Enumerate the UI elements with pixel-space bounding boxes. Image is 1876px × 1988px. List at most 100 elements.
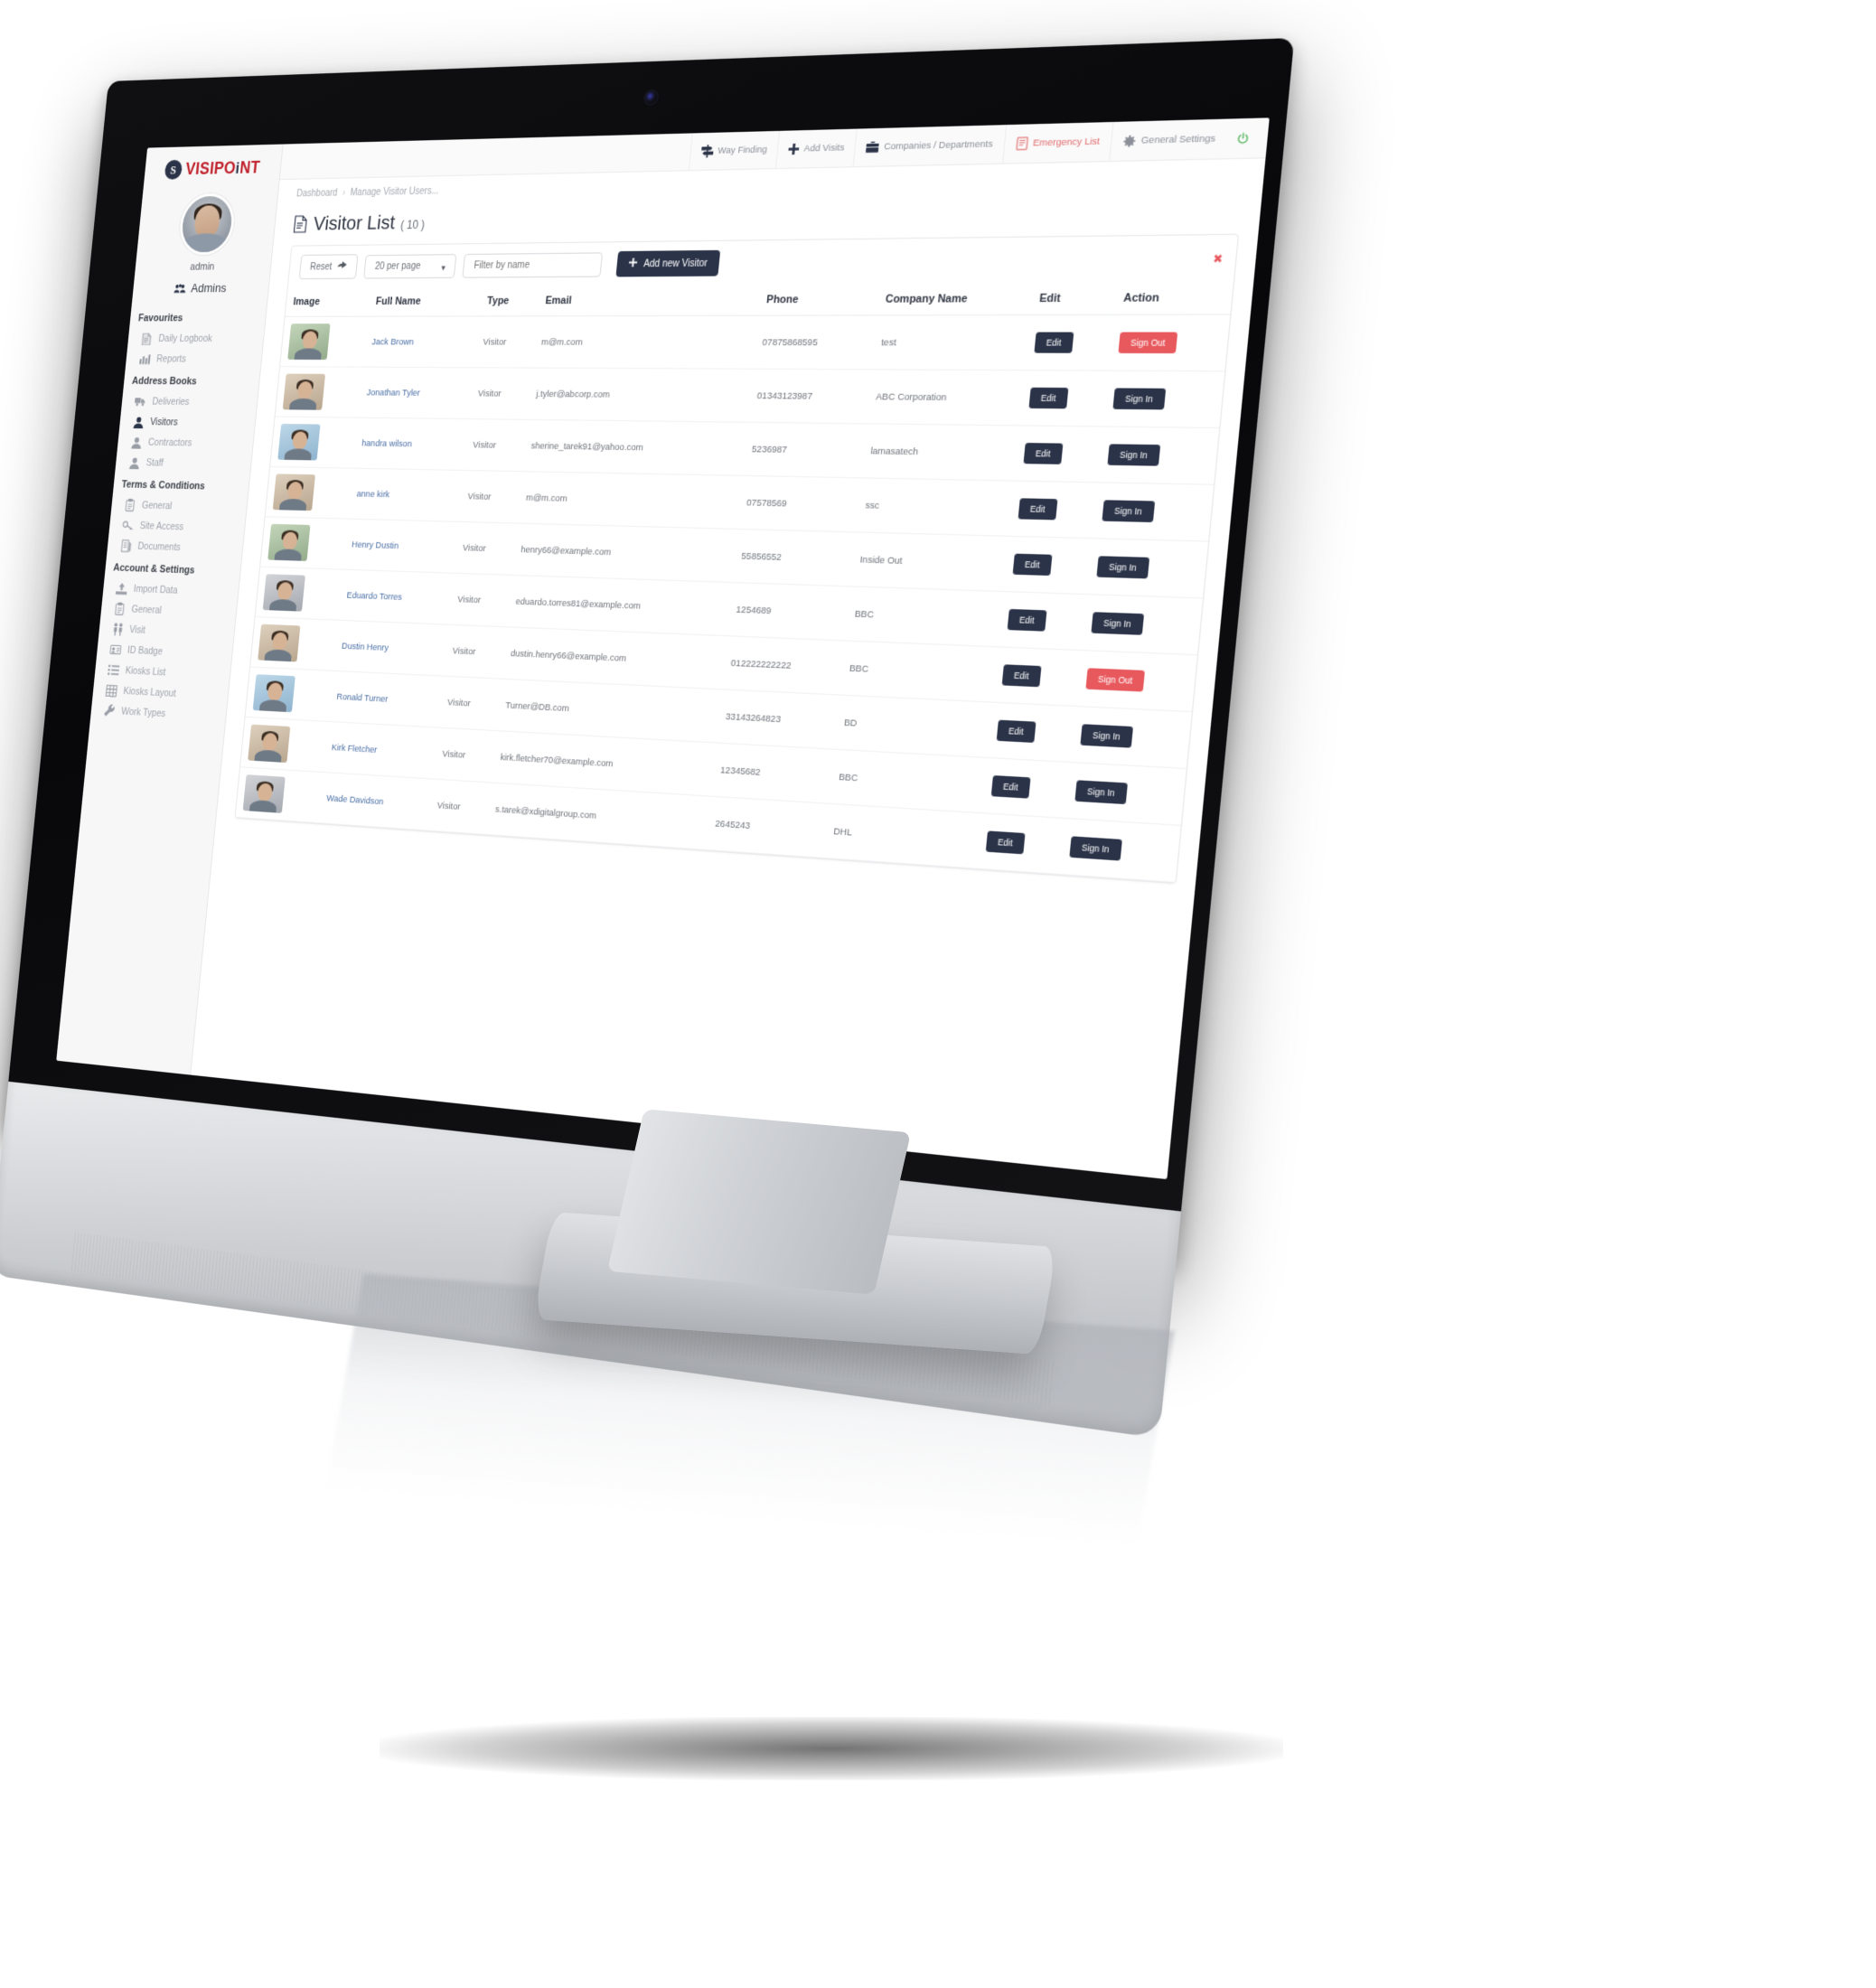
sign-out-button[interactable]: Sign Out: [1118, 332, 1178, 354]
visitor-name-link[interactable]: anne kirk: [356, 488, 389, 499]
visitor-name-cell[interactable]: anne kirk: [347, 468, 464, 522]
app-screen: S VISIPOiNT admin Admins Favourites Dail…: [56, 117, 1270, 1180]
visitor-name-link[interactable]: Henry Dustin: [352, 539, 399, 551]
sidebar-item-label: Visit: [128, 624, 146, 636]
visitor-email-cell: m@m.com: [531, 315, 758, 370]
visitor-company-cell: DHL: [822, 803, 981, 869]
visitor-list-panel: Reset 20 per page ▼ Filter by name Add n…: [234, 233, 1240, 885]
visitor-name-link[interactable]: Dustin Henry: [342, 641, 389, 653]
sign-in-button[interactable]: Sign In: [1080, 724, 1133, 748]
topnav-way-finding[interactable]: Way Finding: [688, 130, 780, 171]
edit-button[interactable]: Edit: [990, 774, 1031, 799]
page-count-badge: ( 10 ): [399, 218, 426, 232]
edit-cell: Edit: [975, 812, 1065, 875]
add-new-visitor-button[interactable]: Add new Visitor: [615, 249, 721, 277]
reset-button[interactable]: Reset: [298, 254, 359, 280]
briefcase-icon: [866, 141, 880, 154]
sidebar-item-daily-logbook[interactable]: Daily Logbook: [127, 328, 264, 349]
visitor-name-cell[interactable]: Jack Brown: [362, 315, 479, 368]
sidebar-item-label: Documents: [136, 540, 182, 554]
visitor-name-link[interactable]: Kirk Fletcher: [331, 742, 377, 755]
breadcrumb-root[interactable]: Dashboard: [296, 188, 338, 199]
sign-in-button[interactable]: Sign In: [1091, 612, 1144, 635]
visitor-type-cell: Visitor: [447, 573, 511, 627]
sidebar-item-visitors[interactable]: Visitors: [119, 411, 256, 434]
upload-icon: [115, 582, 128, 595]
user-icon: [130, 436, 143, 449]
topnav-add-visits[interactable]: Add Visits: [775, 128, 858, 169]
visitor-name-link[interactable]: Eduardo Torres: [346, 590, 402, 603]
sign-in-button[interactable]: Sign In: [1096, 556, 1149, 579]
visitor-email-cell: j.tyler@abcorp.com: [526, 368, 753, 423]
brand-name-part2: NT: [239, 157, 261, 177]
visitor-email-cell: eduardo.torres81@example.com: [506, 575, 732, 636]
edit-cell: Edit: [1018, 370, 1109, 427]
edit-button[interactable]: Edit: [1012, 553, 1052, 577]
visitor-name-cell[interactable]: Wade Davidson: [317, 772, 434, 831]
visitor-image-cell: [255, 567, 342, 621]
visitor-name-cell[interactable]: Henry Dustin: [342, 519, 459, 574]
sign-out-button[interactable]: Sign Out: [1085, 668, 1146, 692]
sign-in-button[interactable]: Sign In: [1074, 780, 1128, 805]
edit-button[interactable]: Edit: [1034, 332, 1074, 353]
admins-group-icon: [174, 283, 187, 294]
user-avatar-wrap[interactable]: [136, 192, 277, 256]
sidebar-item-contractors[interactable]: Contractors: [117, 432, 253, 455]
action-cell: Sign In: [1086, 538, 1209, 598]
edit-button[interactable]: Edit: [1001, 664, 1041, 688]
edit-button[interactable]: Edit: [1007, 608, 1046, 632]
table-header-row: Image Full Name Type Email Phone Company Name…: [285, 281, 1233, 317]
sidebar-item-reports[interactable]: Reports: [126, 349, 262, 370]
power-icon[interactable]: [1225, 117, 1262, 158]
per-page-select[interactable]: 20 per page ▼: [363, 253, 457, 279]
sign-in-button[interactable]: Sign In: [1107, 444, 1160, 466]
close-icon[interactable]: ✖: [1213, 251, 1224, 266]
edit-button[interactable]: Edit: [1028, 387, 1068, 409]
topnav-emergency-list[interactable]: Emergency List: [1001, 121, 1113, 164]
bar-chart-icon: [138, 352, 151, 365]
visitor-name-link[interactable]: Jack Brown: [371, 336, 415, 347]
visitor-name-cell[interactable]: Kirk Fletcher: [322, 721, 438, 780]
sign-in-button[interactable]: Sign In: [1112, 388, 1166, 410]
topnav-label: General Settings: [1140, 133, 1216, 147]
sign-in-button[interactable]: Sign In: [1102, 500, 1155, 523]
sidebar-item-deliveries[interactable]: Deliveries: [121, 391, 258, 413]
user-icon: [128, 456, 141, 470]
main-content: Way Finding Add Visits Companies / Departm…: [191, 117, 1270, 1180]
add-new-visitor-label: Add new Visitor: [643, 258, 708, 269]
visitor-name-cell[interactable]: Ronald Turner: [327, 670, 444, 728]
visitor-name-link[interactable]: handra wilson: [361, 437, 413, 449]
sidebar-item-label: Staff: [145, 457, 164, 469]
filter-by-name-input[interactable]: [462, 251, 604, 278]
visitor-name-cell[interactable]: Dustin Henry: [332, 620, 448, 677]
visitor-name-cell[interactable]: handra wilson: [352, 417, 469, 471]
brand-logo[interactable]: S VISIPOiNT: [144, 155, 282, 189]
sign-in-button[interactable]: Sign In: [1069, 836, 1122, 861]
action-cell: Sign In: [1070, 706, 1192, 769]
people-icon: [111, 623, 124, 636]
gear-icon: [1123, 134, 1137, 147]
visitor-phone-cell: 07875868595: [752, 314, 877, 370]
topnav-general-settings[interactable]: General Settings: [1109, 117, 1229, 162]
sidebar-item-staff[interactable]: Staff: [115, 452, 251, 475]
visitor-name-cell[interactable]: Jonathan Tyler: [357, 367, 474, 419]
visitor-name-link[interactable]: Ronald Turner: [336, 691, 389, 705]
visitor-image-cell: [240, 717, 328, 773]
visitor-name-link[interactable]: Jonathan Tyler: [366, 387, 420, 398]
column-header-action: Action: [1113, 281, 1233, 315]
visitor-photo: [252, 674, 295, 713]
sidebar-item-admins[interactable]: Admins: [132, 280, 269, 306]
sidebar-item-label: Kiosks List: [125, 665, 166, 679]
edit-button[interactable]: Edit: [996, 719, 1036, 743]
signpost-icon: [700, 145, 714, 158]
edit-button[interactable]: Edit: [1018, 498, 1057, 520]
edit-button[interactable]: Edit: [985, 830, 1026, 855]
visitor-photo: [242, 774, 286, 813]
edit-button[interactable]: Edit: [1023, 443, 1063, 464]
clipboard-icon: [114, 602, 127, 615]
visitor-name-link[interactable]: Wade Davidson: [326, 792, 384, 807]
topnav-label: Add Visits: [803, 142, 845, 155]
visitor-name-cell[interactable]: Eduardo Torres: [337, 569, 454, 625]
visitor-image-cell: [250, 616, 338, 671]
topnav-companies-departments[interactable]: Companies / Departments: [852, 124, 1006, 167]
